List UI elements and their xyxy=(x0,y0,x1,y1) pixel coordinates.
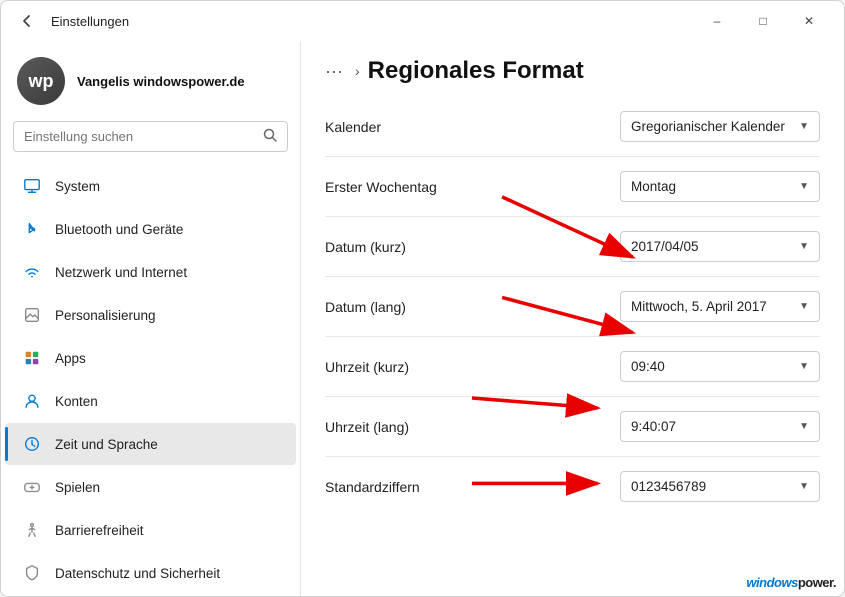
watermark: windowspower. xyxy=(746,575,836,590)
avatar: wp xyxy=(17,57,65,105)
erster-wochentag-arrow: ▼ xyxy=(799,181,809,192)
kalender-dropdown[interactable]: Gregorianischer Kalender ▼ xyxy=(620,111,820,142)
apps-icon xyxy=(21,347,43,369)
system-icon xyxy=(21,175,43,197)
kalender-label: Kalender xyxy=(325,119,381,135)
breadcrumb-more[interactable]: ··· xyxy=(325,61,343,82)
titlebar-controls: – □ ✕ xyxy=(694,5,832,37)
datum-kurz-value: 2017/04/05 xyxy=(631,239,699,254)
minimize-button[interactable]: – xyxy=(694,5,740,37)
sidebar-item-accessibility[interactable]: Barrierefreiheit xyxy=(5,509,296,551)
settings-window: Einstellungen – □ ✕ wp Vangelis windowsp… xyxy=(0,0,845,597)
search-box[interactable] xyxy=(13,121,288,152)
right-panel: ··· › Regionales Format Kalender Gregori… xyxy=(301,41,844,596)
accounts-icon xyxy=(21,390,43,412)
page-title: Regionales Format xyxy=(368,57,584,85)
row-standardziffern: Standardziffern 0123456789 ▼ xyxy=(325,457,820,516)
nav-list: System Bluetooth und Geräte Netzwerk und… xyxy=(1,164,300,596)
uhrzeit-kurz-value: 09:40 xyxy=(631,359,665,374)
erster-wochentag-dropdown[interactable]: Montag ▼ xyxy=(620,171,820,202)
sidebar-profile: wp Vangelis windowspower.de xyxy=(1,41,300,117)
titlebar: Einstellungen – □ ✕ xyxy=(1,1,844,41)
maximize-button[interactable]: □ xyxy=(740,5,786,37)
row-kalender: Kalender Gregorianischer Kalender ▼ xyxy=(325,97,820,157)
sidebar: wp Vangelis windowspower.de xyxy=(1,41,301,596)
window-title: Einstellungen xyxy=(51,14,129,29)
sidebar-item-gaming[interactable]: Spielen xyxy=(5,466,296,508)
main-content: wp Vangelis windowspower.de xyxy=(1,41,844,596)
datum-kurz-arrow: ▼ xyxy=(799,241,809,252)
sidebar-item-privacy-label: Datenschutz und Sicherheit xyxy=(55,566,220,581)
personalization-icon xyxy=(21,304,43,326)
standardziffern-label: Standardziffern xyxy=(325,479,420,495)
sidebar-item-personalization[interactable]: Personalisierung xyxy=(5,294,296,336)
sidebar-item-privacy[interactable]: Datenschutz und Sicherheit xyxy=(5,552,296,594)
watermark-suffix: power. xyxy=(798,575,836,590)
sidebar-item-personalization-label: Personalisierung xyxy=(55,308,156,323)
search-input[interactable] xyxy=(24,129,255,144)
sidebar-item-system-label: System xyxy=(55,179,100,194)
datum-lang-dropdown[interactable]: Mittwoch, 5. April 2017 ▼ xyxy=(620,291,820,322)
uhrzeit-lang-label: Uhrzeit (lang) xyxy=(325,419,409,435)
sidebar-item-system[interactable]: System xyxy=(5,165,296,207)
close-button[interactable]: ✕ xyxy=(786,5,832,37)
standardziffern-value: 0123456789 xyxy=(631,479,706,494)
kalender-value: Gregorianischer Kalender xyxy=(631,119,785,134)
profile-info: Vangelis windowspower.de xyxy=(77,74,245,89)
sidebar-item-bluetooth-label: Bluetooth und Geräte xyxy=(55,222,183,237)
accessibility-icon xyxy=(21,519,43,541)
uhrzeit-kurz-arrow: ▼ xyxy=(799,361,809,372)
row-uhrzeit-lang: Uhrzeit (lang) 9:40:07 ▼ xyxy=(325,397,820,457)
profile-name: Vangelis windowspower.de xyxy=(77,74,245,89)
datum-lang-arrow: ▼ xyxy=(799,301,809,312)
avatar-initials: wp xyxy=(29,71,54,92)
panel-header: ··· › Regionales Format xyxy=(301,41,844,97)
sidebar-item-accessibility-label: Barrierefreiheit xyxy=(55,523,144,538)
datum-lang-label: Datum (lang) xyxy=(325,299,406,315)
standardziffern-arrow: ▼ xyxy=(799,481,809,492)
uhrzeit-lang-dropdown[interactable]: 9:40:07 ▼ xyxy=(620,411,820,442)
sidebar-item-time-language[interactable]: Zeit und Sprache xyxy=(5,423,296,465)
time-icon xyxy=(21,433,43,455)
panel-content: Kalender Gregorianischer Kalender ▼ Erst… xyxy=(301,97,844,596)
row-erster-wochentag: Erster Wochentag Montag ▼ xyxy=(325,157,820,217)
bluetooth-icon xyxy=(21,218,43,240)
uhrzeit-kurz-label: Uhrzeit (kurz) xyxy=(325,359,409,375)
sidebar-item-accounts-label: Konten xyxy=(55,394,98,409)
datum-kurz-dropdown[interactable]: 2017/04/05 ▼ xyxy=(620,231,820,262)
privacy-icon xyxy=(21,562,43,584)
sidebar-item-apps-label: Apps xyxy=(55,351,86,366)
sidebar-item-apps[interactable]: Apps xyxy=(5,337,296,379)
datum-kurz-label: Datum (kurz) xyxy=(325,239,406,255)
kalender-dropdown-arrow: ▼ xyxy=(799,121,809,132)
uhrzeit-lang-value: 9:40:07 xyxy=(631,419,676,434)
erster-wochentag-label: Erster Wochentag xyxy=(325,179,437,195)
watermark-prefix: windows xyxy=(746,575,797,590)
sidebar-item-network[interactable]: Netzwerk und Internet xyxy=(5,251,296,293)
search-icon xyxy=(263,128,277,145)
row-datum-lang: Datum (lang) Mittwoch, 5. April 2017 ▼ xyxy=(325,277,820,337)
erster-wochentag-value: Montag xyxy=(631,179,676,194)
sidebar-item-bluetooth[interactable]: Bluetooth und Geräte xyxy=(5,208,296,250)
network-icon xyxy=(21,261,43,283)
back-button[interactable] xyxy=(13,7,41,35)
gaming-icon xyxy=(21,476,43,498)
row-datum-kurz: Datum (kurz) 2017/04/05 ▼ xyxy=(325,217,820,277)
sidebar-item-time-language-label: Zeit und Sprache xyxy=(55,437,158,452)
sidebar-item-accounts[interactable]: Konten xyxy=(5,380,296,422)
uhrzeit-kurz-dropdown[interactable]: 09:40 ▼ xyxy=(620,351,820,382)
titlebar-left: Einstellungen xyxy=(13,7,129,35)
sidebar-item-gaming-label: Spielen xyxy=(55,480,100,495)
datum-lang-value: Mittwoch, 5. April 2017 xyxy=(631,299,767,314)
standardziffern-dropdown[interactable]: 0123456789 ▼ xyxy=(620,471,820,502)
row-uhrzeit-kurz: Uhrzeit (kurz) 09:40 ▼ xyxy=(325,337,820,397)
uhrzeit-lang-arrow: ▼ xyxy=(799,421,809,432)
sidebar-item-network-label: Netzwerk und Internet xyxy=(55,265,187,280)
breadcrumb-chevron: › xyxy=(355,63,360,79)
